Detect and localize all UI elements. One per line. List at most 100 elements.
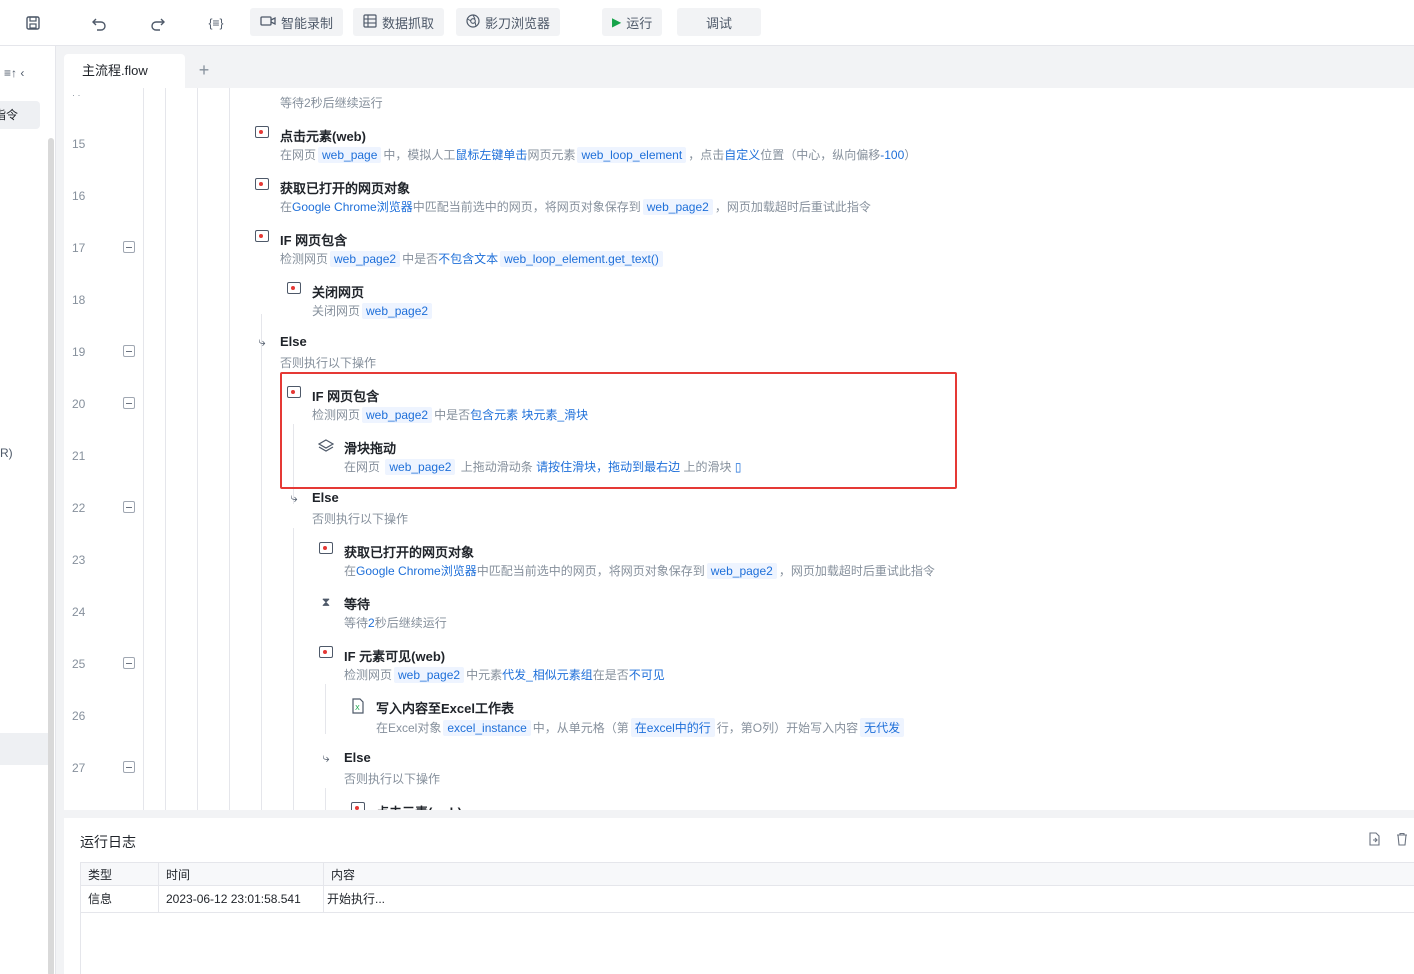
line-number: 15 [72, 137, 86, 151]
tab-label: 主流程.flow [82, 63, 148, 78]
step-description: 否则执行以下操作 [344, 772, 441, 786]
export-icon[interactable] [1366, 832, 1382, 848]
line-number: 20 [72, 397, 86, 411]
indent-guide [229, 88, 230, 810]
layers-icon [317, 438, 335, 454]
browser-icon [466, 13, 480, 31]
branch-icon: ⤷ [258, 334, 266, 349]
panel-controls[interactable]: ≡↑ ‹ [4, 66, 24, 80]
collapse-icon[interactable] [123, 397, 135, 409]
step-title: 等待 [344, 597, 371, 612]
line-number: 23 [72, 553, 86, 567]
log-content: 开始执行... [327, 892, 386, 906]
collapse-icon[interactable] [123, 241, 135, 253]
web-page-icon [254, 178, 270, 194]
if-web-icon [254, 230, 270, 246]
step-description: 检测网页 web_page2 中元素代发_相似元素组在是否不可见 [344, 667, 665, 683]
smart-record-button[interactable]: 智能录制 [250, 8, 344, 36]
sidebar-scrollbar[interactable] [48, 138, 54, 974]
data-scrape-label: 数据抓取 [382, 15, 435, 31]
step-description: 在网页 web_page2 上拖动滑动条 请按住滑块，拖动到最右边 上的滑块 ▯ [344, 459, 742, 475]
step-title: Else [312, 490, 339, 505]
sidebar-selected-row[interactable] [0, 733, 48, 765]
indent-guide [293, 528, 294, 810]
log-time: 2023-06-12 23:01:58.541 [159, 886, 324, 912]
step-title: 关闭网页 [312, 285, 365, 300]
line-number: 24 [72, 605, 86, 619]
run-label: 运行 [626, 15, 653, 31]
table-row[interactable]: 信息 2023-06-12 23:01:58.541 开始执行... [81, 886, 1414, 913]
collapse-icon[interactable] [123, 657, 135, 669]
web-page-icon [318, 542, 334, 558]
line-number: 22 [72, 501, 86, 515]
step-description: 在Google Chrome浏览器中匹配当前选中的网页，将网页对象保存到 web_… [344, 563, 935, 579]
line-number: · · [72, 90, 81, 100]
column-header: 类型 [81, 863, 159, 885]
close-page-icon [286, 282, 302, 298]
line-number: 27 [72, 761, 86, 775]
step-description: 等待2秒后继续运行 [280, 96, 383, 110]
redo-icon[interactable] [145, 10, 171, 36]
sidebar-item-commands[interactable]: 指令 [0, 101, 40, 129]
step-title: 获取已打开的网页对象 [280, 181, 411, 196]
step-description: 在Excel对象 excel_instance 中，从单元格（第 在excel中的行行… [376, 718, 906, 737]
left-panel: ≡↑ ‹ 指令 R) [0, 46, 56, 974]
log-type: 信息 [81, 886, 159, 912]
if-web-icon [318, 646, 334, 662]
click-web-icon [350, 802, 366, 810]
browser-button[interactable]: 影刀浏览器 [456, 8, 561, 36]
line-number: 16 [72, 189, 86, 203]
variable-icon[interactable]: {≡} [203, 10, 229, 36]
line-number: 19 [72, 345, 86, 359]
sidebar-truncated-text: R) [0, 446, 13, 460]
step-title: 获取已打开的网页对象 [344, 545, 475, 560]
indent-guide [261, 270, 262, 810]
step-title: IF 网页包含 [280, 233, 348, 248]
if-web-icon [286, 386, 302, 402]
step-title: Else [344, 750, 371, 765]
line-number: 26 [72, 709, 86, 723]
sidebar-item-label: 指令 [0, 108, 19, 122]
indent-guide [197, 88, 198, 810]
collapse-icon[interactable] [123, 345, 135, 357]
toolbar: {≡} 智能录制 数据抓取 影刀浏览器 ▶ 运行 调试 [0, 0, 1414, 46]
step-title: Else [280, 334, 307, 349]
flow-editor: · · 15 16 17 18 19 20 21 22 23 24 25 26 … [64, 88, 1414, 810]
step-title: 点击元素(web) [376, 802, 462, 810]
save-icon[interactable] [20, 10, 46, 36]
line-number: 17 [72, 241, 86, 255]
step-description: 否则执行以下操作 [312, 512, 409, 526]
tab-main-flow[interactable]: 主流程.flow [64, 54, 185, 88]
step-title: 写入内容至Excel工作表 [376, 701, 514, 716]
play-icon: ▶ [612, 15, 622, 29]
smart-record-label: 智能录制 [281, 15, 334, 31]
indent-guide [325, 684, 326, 734]
debug-label: 调试 [705, 15, 732, 31]
line-number: 21 [72, 449, 86, 463]
branch-icon: ⤷ [290, 490, 298, 505]
line-number: 25 [72, 657, 86, 671]
step-title: IF 网页包含 [312, 389, 380, 404]
excel-icon: X [350, 698, 366, 714]
run-button[interactable]: ▶ 运行 [602, 8, 663, 36]
undo-icon[interactable] [86, 10, 112, 36]
debug-button[interactable]: 调试 [677, 8, 761, 36]
click-web-icon [254, 126, 270, 142]
collapse-icon[interactable] [123, 761, 135, 773]
step-description: 在网页 web_page 中，模拟人工鼠标左键单击网页元素 web_loop_elem… [280, 147, 917, 163]
step-description: 否则执行以下操作 [280, 356, 377, 370]
indent-gap [261, 268, 262, 314]
step-description: 等待2秒后继续运行 [344, 616, 447, 630]
trash-icon[interactable] [1394, 832, 1410, 848]
svg-text:X: X [355, 704, 360, 712]
data-scrape-button[interactable]: 数据抓取 [353, 8, 445, 36]
log-title: 运行日志 [80, 834, 136, 850]
collapse-icon[interactable] [123, 501, 135, 513]
indent-guide [325, 788, 326, 810]
step-title: IF 元素可见(web) [344, 649, 446, 664]
add-tab-button[interactable]: + [192, 58, 216, 82]
tab-bar: 主流程.flow + [64, 54, 1414, 88]
step-description: 关闭网页 web_page2 [312, 302, 434, 319]
indent-guide [165, 88, 166, 810]
run-log-panel: 运行日志 类型 时间 内容 信息 2023-06-12 23:01:58.541… [64, 818, 1414, 974]
